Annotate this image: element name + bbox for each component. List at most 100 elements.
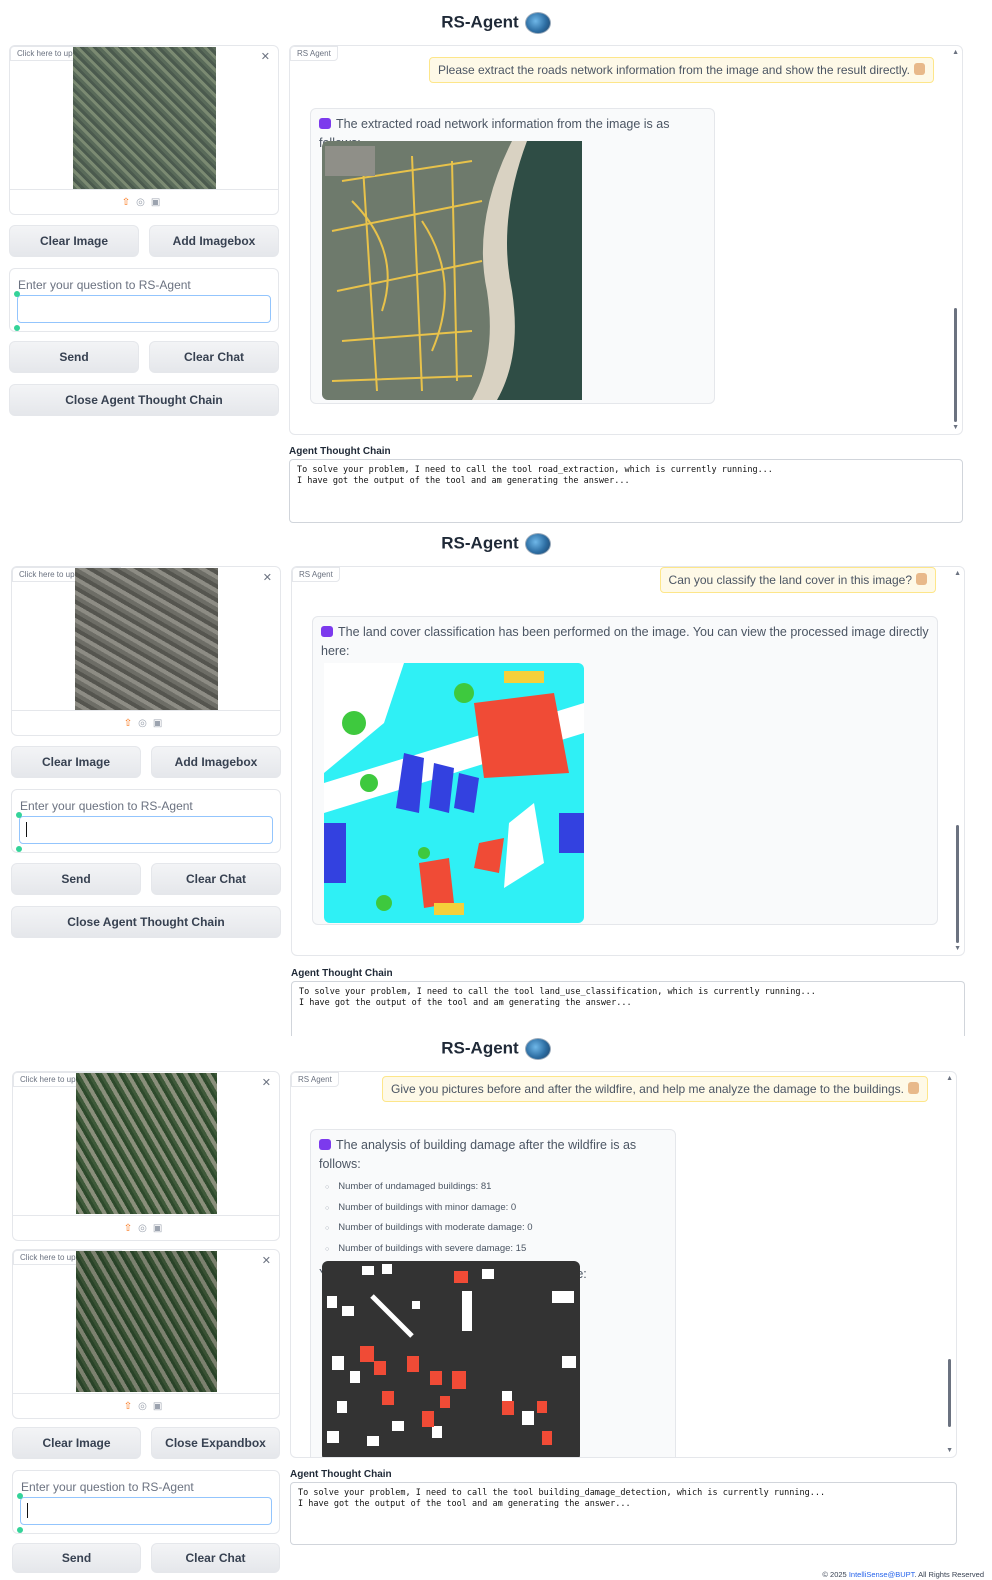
scrollbar[interactable] — [948, 1359, 951, 1427]
bot-message-text: The land cover classification has been p… — [321, 625, 929, 658]
handle-dot — [17, 1527, 23, 1533]
scroll-up-icon[interactable]: ▲ — [946, 1075, 953, 1082]
list-item: Number of buildings with minor damage: 0 — [319, 1198, 667, 1219]
bot-avatar-icon — [319, 118, 331, 129]
handle-dot — [14, 325, 20, 331]
thought-chain-text: To solve your problem, I need to call th… — [291, 981, 965, 1036]
close-icon[interactable]: ✕ — [263, 571, 272, 584]
send-button[interactable]: Send — [12, 1543, 141, 1573]
webcam-icon[interactable]: ◎ — [138, 1223, 153, 1234]
scrollbar[interactable] — [954, 308, 957, 422]
clear-image-button[interactable]: Clear Image — [12, 1427, 141, 1459]
handle-dot — [14, 291, 20, 297]
scroll-down-icon[interactable]: ▼ — [954, 945, 961, 952]
webcam-icon[interactable]: ◎ — [138, 718, 153, 729]
clear-image-button[interactable]: Clear Image — [9, 225, 139, 257]
thought-chain-label: Agent Thought Chain — [291, 968, 393, 979]
globe-logo-icon — [524, 533, 551, 555]
handle-dot — [16, 846, 22, 852]
thought-chain-label: Agent Thought Chain — [289, 446, 391, 457]
text-cursor — [26, 822, 27, 837]
user-message: Can you classify the land cover in this … — [659, 567, 936, 593]
close-icon[interactable]: ✕ — [261, 50, 270, 63]
question-input[interactable] — [19, 816, 273, 844]
user-avatar-icon — [916, 573, 927, 585]
upload-icon[interactable]: ⇧ — [122, 197, 136, 208]
clipboard-icon[interactable]: ▣ — [151, 197, 166, 208]
user-message-text: Can you classify the land cover in this … — [668, 573, 912, 587]
close-thought-chain-button[interactable]: Close Agent Thought Chain — [9, 384, 279, 416]
image-upload-box-after[interactable]: Click here to upload image ✕ ⇧◎▣ — [12, 1249, 280, 1419]
upload-toolbar: ⇧◎▣ — [13, 1401, 279, 1412]
bot-message: The extracted road network information f… — [310, 108, 715, 404]
app-title: RS-Agent — [0, 1038, 992, 1060]
clipboard-icon[interactable]: ▣ — [153, 718, 168, 729]
footer-suffix: . All Rights Reserved — [914, 1570, 984, 1579]
close-expandbox-button[interactable]: Close Expandbox — [151, 1427, 280, 1459]
clear-chat-button[interactable]: Clear Chat — [151, 863, 281, 895]
text-cursor — [27, 1503, 28, 1518]
uploaded-image-before — [76, 1073, 217, 1214]
clipboard-icon[interactable]: ▣ — [153, 1401, 168, 1412]
image-upload-box-before[interactable]: Click here to upload image ✕ ⇧◎▣ — [12, 1071, 280, 1241]
chatbot-label: RS Agent — [292, 567, 340, 582]
add-imagebox-button[interactable]: Add Imagebox — [149, 225, 279, 257]
webcam-icon[interactable]: ◎ — [136, 197, 151, 208]
user-message-text: Please extract the roads network informa… — [437, 63, 910, 77]
uploaded-image-after — [76, 1251, 217, 1392]
bot-message: The analysis of building damage after th… — [310, 1129, 676, 1457]
land-cover-classification-image — [324, 663, 584, 923]
bot-message: The land cover classification has been p… — [312, 616, 938, 925]
app-title-text: RS-Agent — [441, 1038, 519, 1058]
clear-image-button[interactable]: Clear Image — [11, 746, 141, 778]
send-button[interactable]: Send — [11, 863, 141, 895]
upload-toolbar: ⇧◎▣ — [10, 197, 278, 208]
question-input[interactable] — [17, 295, 271, 323]
clear-chat-button[interactable]: Clear Chat — [149, 341, 279, 373]
image-upload-box[interactable]: Click here to upload image ✕ ⇧◎▣ — [11, 566, 281, 736]
chatbot-panel[interactable]: RS Agent Give you pictures before and af… — [290, 1071, 957, 1458]
road-extraction-result-image — [322, 141, 582, 400]
upload-icon[interactable]: ⇧ — [124, 718, 138, 729]
question-box: Enter your question to RS-Agent — [12, 1470, 280, 1534]
chatbot-panel[interactable]: RS Agent Can you classify the land cover… — [291, 566, 965, 956]
clear-chat-button[interactable]: Clear Chat — [151, 1543, 280, 1573]
upload-icon[interactable]: ⇧ — [124, 1223, 138, 1234]
app-title: RS-Agent — [0, 12, 992, 34]
add-imagebox-button[interactable]: Add Imagebox — [151, 746, 281, 778]
question-input[interactable] — [20, 1497, 272, 1525]
question-label: Enter your question to RS-Agent — [18, 278, 191, 292]
divider — [10, 189, 278, 190]
list-item: Number of buildings with severe damage: … — [319, 1239, 667, 1260]
footer-prefix: © 2025 — [822, 1570, 849, 1579]
send-button[interactable]: Send — [9, 341, 139, 373]
close-icon[interactable]: ✕ — [262, 1076, 271, 1089]
handle-dot — [16, 812, 22, 818]
upload-toolbar: ⇧◎▣ — [12, 718, 280, 729]
upload-toolbar: ⇧◎▣ — [13, 1223, 279, 1234]
chatbot-panel[interactable]: RS Agent Please extract the roads networ… — [289, 45, 963, 435]
webcam-icon[interactable]: ◎ — [138, 1401, 153, 1412]
question-label: Enter your question to RS-Agent — [21, 1480, 194, 1494]
app-title-text: RS-Agent — [441, 533, 519, 553]
scroll-up-icon[interactable]: ▲ — [954, 570, 961, 577]
close-icon[interactable]: ✕ — [262, 1254, 271, 1267]
question-label: Enter your question to RS-Agent — [20, 799, 193, 813]
scroll-down-icon[interactable]: ▼ — [952, 424, 959, 431]
upload-icon[interactable]: ⇧ — [124, 1401, 138, 1412]
close-thought-chain-button[interactable]: Close Agent Thought Chain — [11, 906, 281, 938]
thought-chain-text: To solve your problem, I need to call th… — [290, 1482, 957, 1545]
app-title: RS-Agent — [0, 533, 992, 555]
user-avatar-icon — [914, 63, 925, 75]
scroll-up-icon[interactable]: ▲ — [952, 49, 959, 56]
scroll-down-icon[interactable]: ▼ — [946, 1447, 953, 1454]
footer-link[interactable]: IntelliSense@BUPT — [849, 1570, 915, 1579]
image-upload-box[interactable]: Click here to upload image ✕ ⇧◎▣ — [9, 45, 279, 215]
clipboard-icon[interactable]: ▣ — [153, 1223, 168, 1234]
divider — [12, 710, 280, 711]
uploaded-image — [75, 568, 218, 710]
scrollbar[interactable] — [956, 825, 959, 943]
chatbot-label: RS Agent — [290, 46, 338, 61]
handle-dot — [17, 1493, 23, 1499]
user-message-text: Give you pictures before and after the w… — [391, 1082, 904, 1096]
